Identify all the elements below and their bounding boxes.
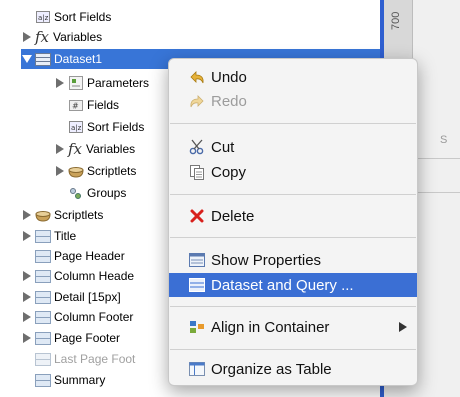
- undo-icon: [187, 68, 207, 86]
- band-icon: [35, 249, 51, 263]
- copy-icon: [187, 163, 207, 181]
- tree-item-sort-fields[interactable]: a|z Sort Fields: [54, 117, 144, 137]
- redo-icon: [187, 92, 207, 110]
- tree-item-sort-fields[interactable]: a|z Sort Fields: [21, 7, 111, 27]
- properties-fragment: S: [440, 134, 448, 146]
- band-icon: [35, 373, 51, 387]
- svg-text:a|z: a|z: [38, 14, 49, 22]
- table-icon: [187, 360, 207, 378]
- align-container-icon: [187, 318, 207, 336]
- expand-arrow-icon[interactable]: [54, 165, 66, 177]
- scriptlet-icon: [35, 208, 51, 222]
- menu-separator: [170, 194, 416, 195]
- menu-item-redo[interactable]: Redo: [169, 89, 417, 113]
- tree-item-label: Scriptlets: [54, 208, 104, 222]
- band-icon: [35, 310, 51, 324]
- tree-item-detail[interactable]: Detail [15px]: [21, 287, 121, 307]
- tree-item-scriptlets[interactable]: Scriptlets: [21, 205, 103, 225]
- tree-item-label: Variables: [53, 30, 103, 44]
- scriptlet-icon: [68, 164, 84, 178]
- menu-separator: [170, 123, 416, 124]
- tree-item-label: Summary: [54, 373, 106, 387]
- expand-arrow-icon[interactable]: [21, 31, 33, 43]
- expand-arrow-icon[interactable]: [21, 230, 33, 242]
- tree-item-variables[interactable]: fx Variables: [54, 139, 135, 159]
- tree-item-variables[interactable]: fx Variables: [21, 27, 102, 47]
- expand-arrow-icon[interactable]: [54, 77, 66, 89]
- menu-separator: [170, 349, 416, 350]
- tree-item-label: Column Footer: [54, 310, 134, 324]
- menu-item-cut[interactable]: Cut: [169, 135, 417, 159]
- expand-arrow-icon[interactable]: [21, 291, 33, 303]
- expand-arrow-icon[interactable]: [21, 209, 33, 221]
- tree-item-label: Last Page Foot: [54, 352, 136, 366]
- menu-item-copy[interactable]: Copy: [169, 160, 417, 184]
- band-icon: [35, 352, 51, 366]
- expand-arrow-icon[interactable]: [21, 311, 33, 323]
- expand-arrow-icon[interactable]: [54, 143, 66, 155]
- submenu-arrow-icon: [399, 322, 407, 332]
- properties-icon: [187, 251, 207, 269]
- tree-item-label: Sort Fields: [54, 10, 112, 24]
- tree-item-scriptlets[interactable]: Scriptlets: [54, 161, 136, 181]
- menu-item-align-in-container[interactable]: Align in Container: [169, 315, 417, 339]
- dataset-icon: [35, 52, 51, 66]
- groups-icon: [68, 186, 84, 200]
- tree-item-summary[interactable]: Summary: [21, 370, 105, 390]
- fields-icon: #: [68, 98, 84, 112]
- tree-item-label: Variables: [86, 142, 136, 156]
- tree-item-column-footer[interactable]: Column Footer: [21, 307, 133, 327]
- tree-item-title[interactable]: Title: [21, 226, 76, 246]
- menu-item-undo[interactable]: Undo: [169, 65, 417, 89]
- tree-item-fields[interactable]: # Fields: [54, 95, 119, 115]
- band-icon: [35, 331, 51, 345]
- context-menu: Undo Redo Cut Copy Delete Show Propertie…: [168, 58, 418, 386]
- tree-item-label: Sort Fields: [87, 120, 145, 134]
- scissors-icon: [187, 138, 207, 156]
- menu-item-delete[interactable]: Delete: [169, 204, 417, 228]
- tree-item-label: Parameters: [87, 76, 150, 90]
- menu-separator: [170, 237, 416, 238]
- svg-text:#: #: [72, 101, 79, 110]
- band-icon: [35, 290, 51, 304]
- expand-arrow-icon[interactable]: [21, 332, 33, 344]
- tree-item-page-header[interactable]: Page Header: [21, 246, 125, 266]
- dataset-query-icon: [187, 276, 207, 294]
- parameters-icon: [68, 76, 84, 90]
- band-icon: [35, 229, 51, 243]
- tree-item-label: Page Header: [54, 249, 125, 263]
- svg-text:a|z: a|z: [71, 124, 82, 132]
- tree-item-label: Column Heade: [54, 269, 135, 283]
- fx-icon: fx: [67, 140, 82, 158]
- fx-icon: fx: [34, 28, 49, 46]
- tree-item-parameters[interactable]: Parameters: [54, 73, 149, 93]
- menu-separator: [170, 306, 416, 307]
- tree-item-label: Detail [15px]: [54, 290, 121, 304]
- tree-item-column-header[interactable]: Column Heade: [21, 266, 134, 286]
- delete-icon: [187, 207, 207, 225]
- tree-item-last-page-footer[interactable]: Last Page Foot: [21, 349, 135, 369]
- tree-item-label: Groups: [87, 186, 127, 200]
- menu-item-show-properties[interactable]: Show Properties: [169, 248, 417, 272]
- tree-item-page-footer[interactable]: Page Footer: [21, 328, 120, 348]
- tree-item-label: Dataset1: [54, 52, 103, 66]
- menu-item-organize-as-table[interactable]: Organize as Table: [169, 357, 417, 381]
- tree-item-label: Fields: [87, 98, 120, 112]
- tree-item-label: Title: [54, 229, 77, 243]
- collapse-arrow-icon[interactable]: [21, 53, 33, 65]
- sort-fields-icon: a|z: [68, 120, 84, 134]
- band-icon: [35, 269, 51, 283]
- tree-item-label: Page Footer: [54, 331, 121, 345]
- sort-fields-icon: a|z: [35, 10, 51, 24]
- menu-item-dataset-and-query[interactable]: Dataset and Query ...: [169, 273, 417, 297]
- expand-arrow-icon[interactable]: [21, 270, 33, 282]
- ruler-value: 700: [390, 11, 402, 30]
- tree-item-label: Scriptlets: [87, 164, 137, 178]
- tree-item-groups[interactable]: Groups: [54, 183, 126, 203]
